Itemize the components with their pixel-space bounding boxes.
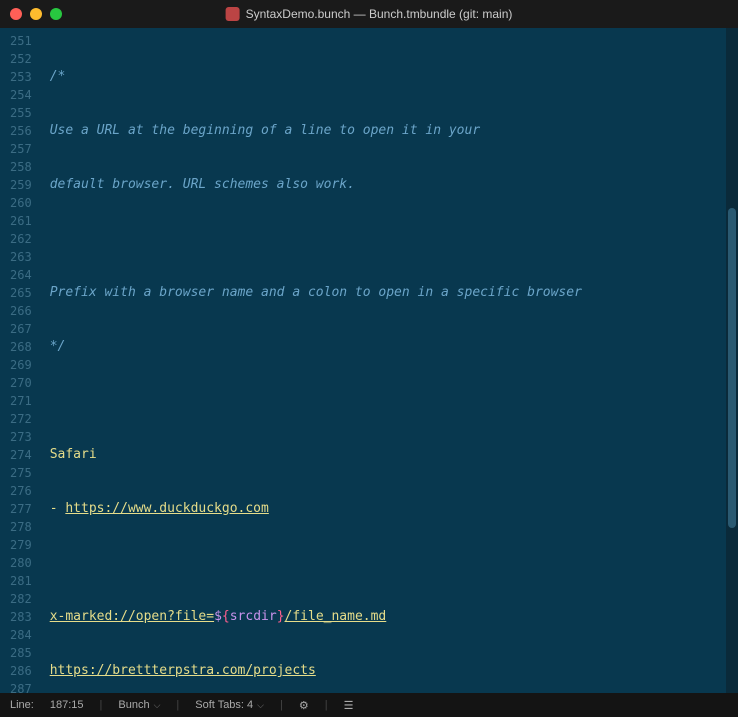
editor[interactable]: 2512522532542552562572582592602612622632…: [0, 28, 738, 693]
chevron-icon: ⌵: [154, 700, 161, 711]
line-number: 253: [10, 68, 32, 86]
window-title: SyntaxDemo.bunch — Bunch.tmbundle (git: …: [246, 7, 513, 21]
line-number: 262: [10, 230, 32, 248]
line-number: 273: [10, 428, 32, 446]
line-number: 254: [10, 86, 32, 104]
line-number: 267: [10, 320, 32, 338]
line-number: 285: [10, 644, 32, 662]
line-number: 263: [10, 248, 32, 266]
language-selector[interactable]: Bunch ⌵: [118, 699, 160, 711]
scroll-thumb[interactable]: [728, 208, 736, 528]
line-number: 271: [10, 392, 32, 410]
chevron-icon: ⌵: [257, 700, 264, 711]
code-area[interactable]: /* Use a URL at the beginning of a line …: [40, 28, 726, 693]
soft-tabs-selector[interactable]: Soft Tabs: 4 ⌵: [195, 699, 264, 711]
status-line-value[interactable]: 187:15: [50, 699, 84, 711]
line-number: 266: [10, 302, 32, 320]
line-number: 261: [10, 212, 32, 230]
line-number: 283: [10, 608, 32, 626]
line-number: 256: [10, 122, 32, 140]
vertical-scrollbar[interactable]: [726, 28, 738, 693]
line-number: 257: [10, 140, 32, 158]
line-number: 265: [10, 284, 32, 302]
line-number: 277: [10, 500, 32, 518]
status-bar: Line: 187:15 | Bunch ⌵ | Soft Tabs: 4 ⌵ …: [0, 693, 738, 717]
line-number: 282: [10, 590, 32, 608]
line-number: 287: [10, 680, 32, 693]
line-number: 260: [10, 194, 32, 212]
line-number: 286: [10, 662, 32, 680]
status-line-label: Line:: [10, 699, 34, 711]
close-window-button[interactable]: [10, 8, 22, 20]
zoom-window-button[interactable]: [50, 8, 62, 20]
file-icon: [226, 7, 240, 21]
minimize-window-button[interactable]: [30, 8, 42, 20]
line-number: 274: [10, 446, 32, 464]
line-number: 251: [10, 32, 32, 50]
line-number: 255: [10, 104, 32, 122]
line-number-gutter: 2512522532542552562572582592602612622632…: [0, 28, 40, 693]
menu-icon[interactable]: ☰: [344, 699, 354, 712]
line-number: 269: [10, 356, 32, 374]
line-number: 270: [10, 374, 32, 392]
line-number: 278: [10, 518, 32, 536]
line-number: 284: [10, 626, 32, 644]
line-number: 252: [10, 50, 32, 68]
line-number: 281: [10, 572, 32, 590]
line-number: 259: [10, 176, 32, 194]
line-number: 275: [10, 464, 32, 482]
line-number: 272: [10, 410, 32, 428]
titlebar: SyntaxDemo.bunch — Bunch.tmbundle (git: …: [0, 0, 738, 28]
line-number: 258: [10, 158, 32, 176]
line-number: 279: [10, 536, 32, 554]
line-number: 268: [10, 338, 32, 356]
line-number: 280: [10, 554, 32, 572]
line-number: 276: [10, 482, 32, 500]
gear-icon[interactable]: ⚙: [299, 699, 309, 712]
line-number: 264: [10, 266, 32, 284]
